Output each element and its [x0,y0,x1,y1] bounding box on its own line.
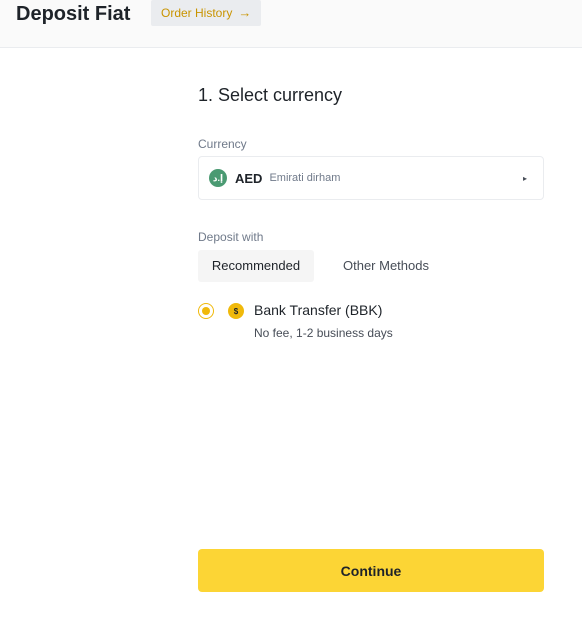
page-title: Deposit Fiat [16,3,131,25]
caret-right-icon: ▸ [522,173,527,183]
order-history-label: Order History [161,6,233,20]
currency-select[interactable]: إ.د AED Emirati dirham ▸ [198,156,544,200]
bank-transfer-icon: $ [228,303,244,319]
method-radio[interactable] [198,303,214,319]
currency-name: Emirati dirham [269,172,341,184]
payment-method-bank-transfer[interactable]: $ Bank Transfer (BBK) No fee, 1-2 busine… [198,300,544,344]
step-title: 1. Select currency [198,85,343,105]
currency-label: Currency [198,137,247,151]
tab-recommended[interactable]: Recommended [198,250,314,282]
method-description: No fee, 1-2 business days [254,326,393,340]
tab-other-methods[interactable]: Other Methods [330,250,442,282]
method-name: Bank Transfer (BBK) [254,302,383,318]
currency-code: AED [235,170,263,186]
page-header: Deposit Fiat Order History → [0,0,582,48]
order-history-button[interactable]: Order History → [151,0,262,26]
aed-flag-icon: إ.د [209,169,227,187]
radio-selected-dot [202,307,210,315]
arrow-right-icon: → [238,5,252,20]
deposit-with-label: Deposit with [198,230,264,244]
continue-button[interactable]: Continue [198,549,544,592]
